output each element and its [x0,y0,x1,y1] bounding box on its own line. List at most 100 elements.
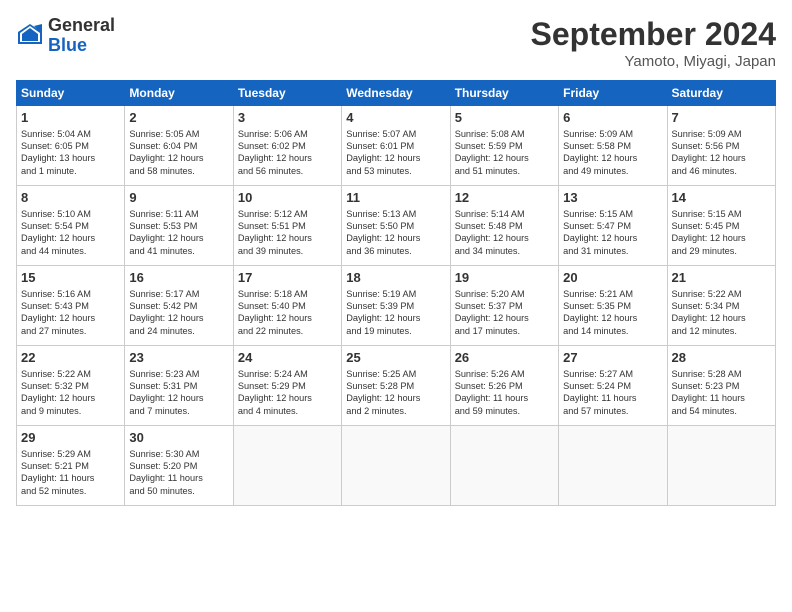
day-number: 26 [455,349,554,367]
day-number: 7 [672,109,771,127]
calendar-day: 15Sunrise: 5:16 AM Sunset: 5:43 PM Dayli… [17,266,125,346]
day-info: Sunrise: 5:29 AM Sunset: 5:21 PM Dayligh… [21,448,120,498]
calendar-day [450,426,558,506]
day-info: Sunrise: 5:05 AM Sunset: 6:04 PM Dayligh… [129,128,228,178]
day-number: 17 [238,269,337,287]
day-info: Sunrise: 5:26 AM Sunset: 5:26 PM Dayligh… [455,368,554,418]
calendar-header: SundayMondayTuesdayWednesdayThursdayFrid… [17,81,776,106]
calendar-table: SundayMondayTuesdayWednesdayThursdayFrid… [16,80,776,506]
day-number: 28 [672,349,771,367]
calendar-day: 16Sunrise: 5:17 AM Sunset: 5:42 PM Dayli… [125,266,233,346]
day-number: 3 [238,109,337,127]
header-row: SundayMondayTuesdayWednesdayThursdayFrid… [17,81,776,106]
calendar-day: 25Sunrise: 5:25 AM Sunset: 5:28 PM Dayli… [342,346,450,426]
day-info: Sunrise: 5:10 AM Sunset: 5:54 PM Dayligh… [21,208,120,258]
calendar-day [342,426,450,506]
day-number: 10 [238,189,337,207]
day-info: Sunrise: 5:06 AM Sunset: 6:02 PM Dayligh… [238,128,337,178]
header-cell-monday: Monday [125,81,233,106]
calendar-day [233,426,341,506]
calendar-day: 22Sunrise: 5:22 AM Sunset: 5:32 PM Dayli… [17,346,125,426]
day-info: Sunrise: 5:08 AM Sunset: 5:59 PM Dayligh… [455,128,554,178]
day-number: 18 [346,269,445,287]
day-number: 14 [672,189,771,207]
calendar-day: 29Sunrise: 5:29 AM Sunset: 5:21 PM Dayli… [17,426,125,506]
calendar-day: 2Sunrise: 5:05 AM Sunset: 6:04 PM Daylig… [125,106,233,186]
day-number: 19 [455,269,554,287]
day-info: Sunrise: 5:20 AM Sunset: 5:37 PM Dayligh… [455,288,554,338]
page-header: General Blue September 2024 Yamoto, Miya… [16,16,776,70]
day-info: Sunrise: 5:19 AM Sunset: 5:39 PM Dayligh… [346,288,445,338]
calendar-day: 7Sunrise: 5:09 AM Sunset: 5:56 PM Daylig… [667,106,775,186]
logo-general: General [48,16,115,36]
location: Yamoto, Miyagi, Japan [531,53,776,70]
calendar-body: 1Sunrise: 5:04 AM Sunset: 6:05 PM Daylig… [17,106,776,506]
calendar-day: 6Sunrise: 5:09 AM Sunset: 5:58 PM Daylig… [559,106,667,186]
calendar-day: 20Sunrise: 5:21 AM Sunset: 5:35 PM Dayli… [559,266,667,346]
day-info: Sunrise: 5:04 AM Sunset: 6:05 PM Dayligh… [21,128,120,178]
day-info: Sunrise: 5:16 AM Sunset: 5:43 PM Dayligh… [21,288,120,338]
calendar-day: 4Sunrise: 5:07 AM Sunset: 6:01 PM Daylig… [342,106,450,186]
day-number: 15 [21,269,120,287]
calendar-week-2: 8Sunrise: 5:10 AM Sunset: 5:54 PM Daylig… [17,186,776,266]
calendar-day: 8Sunrise: 5:10 AM Sunset: 5:54 PM Daylig… [17,186,125,266]
calendar-day: 19Sunrise: 5:20 AM Sunset: 5:37 PM Dayli… [450,266,558,346]
day-number: 11 [346,189,445,207]
header-cell-sunday: Sunday [17,81,125,106]
calendar-day: 23Sunrise: 5:23 AM Sunset: 5:31 PM Dayli… [125,346,233,426]
day-info: Sunrise: 5:14 AM Sunset: 5:48 PM Dayligh… [455,208,554,258]
header-cell-saturday: Saturday [667,81,775,106]
title-block: September 2024 Yamoto, Miyagi, Japan [531,16,776,70]
calendar-day: 26Sunrise: 5:26 AM Sunset: 5:26 PM Dayli… [450,346,558,426]
day-number: 23 [129,349,228,367]
day-number: 13 [563,189,662,207]
calendar-day: 18Sunrise: 5:19 AM Sunset: 5:39 PM Dayli… [342,266,450,346]
calendar-day: 12Sunrise: 5:14 AM Sunset: 5:48 PM Dayli… [450,186,558,266]
calendar-day: 17Sunrise: 5:18 AM Sunset: 5:40 PM Dayli… [233,266,341,346]
day-info: Sunrise: 5:27 AM Sunset: 5:24 PM Dayligh… [563,368,662,418]
calendar-week-1: 1Sunrise: 5:04 AM Sunset: 6:05 PM Daylig… [17,106,776,186]
calendar-day: 13Sunrise: 5:15 AM Sunset: 5:47 PM Dayli… [559,186,667,266]
day-number: 25 [346,349,445,367]
day-number: 1 [21,109,120,127]
calendar-day: 3Sunrise: 5:06 AM Sunset: 6:02 PM Daylig… [233,106,341,186]
calendar-day: 24Sunrise: 5:24 AM Sunset: 5:29 PM Dayli… [233,346,341,426]
logo-blue: Blue [48,36,115,56]
day-number: 22 [21,349,120,367]
day-number: 4 [346,109,445,127]
header-cell-friday: Friday [559,81,667,106]
header-cell-thursday: Thursday [450,81,558,106]
day-info: Sunrise: 5:11 AM Sunset: 5:53 PM Dayligh… [129,208,228,258]
calendar-day: 21Sunrise: 5:22 AM Sunset: 5:34 PM Dayli… [667,266,775,346]
day-info: Sunrise: 5:07 AM Sunset: 6:01 PM Dayligh… [346,128,445,178]
day-number: 21 [672,269,771,287]
day-info: Sunrise: 5:24 AM Sunset: 5:29 PM Dayligh… [238,368,337,418]
day-info: Sunrise: 5:30 AM Sunset: 5:20 PM Dayligh… [129,448,228,498]
header-cell-wednesday: Wednesday [342,81,450,106]
day-number: 29 [21,429,120,447]
calendar-day: 9Sunrise: 5:11 AM Sunset: 5:53 PM Daylig… [125,186,233,266]
logo-icon [16,22,44,50]
day-info: Sunrise: 5:21 AM Sunset: 5:35 PM Dayligh… [563,288,662,338]
day-number: 12 [455,189,554,207]
logo: General Blue [16,16,115,56]
day-info: Sunrise: 5:09 AM Sunset: 5:56 PM Dayligh… [672,128,771,178]
day-number: 20 [563,269,662,287]
day-info: Sunrise: 5:15 AM Sunset: 5:45 PM Dayligh… [672,208,771,258]
day-number: 30 [129,429,228,447]
calendar-week-4: 22Sunrise: 5:22 AM Sunset: 5:32 PM Dayli… [17,346,776,426]
day-number: 9 [129,189,228,207]
month-title: September 2024 [531,16,776,53]
calendar-day: 5Sunrise: 5:08 AM Sunset: 5:59 PM Daylig… [450,106,558,186]
logo-text: General Blue [48,16,115,56]
calendar-week-3: 15Sunrise: 5:16 AM Sunset: 5:43 PM Dayli… [17,266,776,346]
day-number: 16 [129,269,228,287]
day-info: Sunrise: 5:17 AM Sunset: 5:42 PM Dayligh… [129,288,228,338]
calendar-day: 28Sunrise: 5:28 AM Sunset: 5:23 PM Dayli… [667,346,775,426]
calendar-day: 30Sunrise: 5:30 AM Sunset: 5:20 PM Dayli… [125,426,233,506]
calendar-day [667,426,775,506]
day-number: 2 [129,109,228,127]
day-info: Sunrise: 5:28 AM Sunset: 5:23 PM Dayligh… [672,368,771,418]
day-info: Sunrise: 5:13 AM Sunset: 5:50 PM Dayligh… [346,208,445,258]
day-number: 5 [455,109,554,127]
